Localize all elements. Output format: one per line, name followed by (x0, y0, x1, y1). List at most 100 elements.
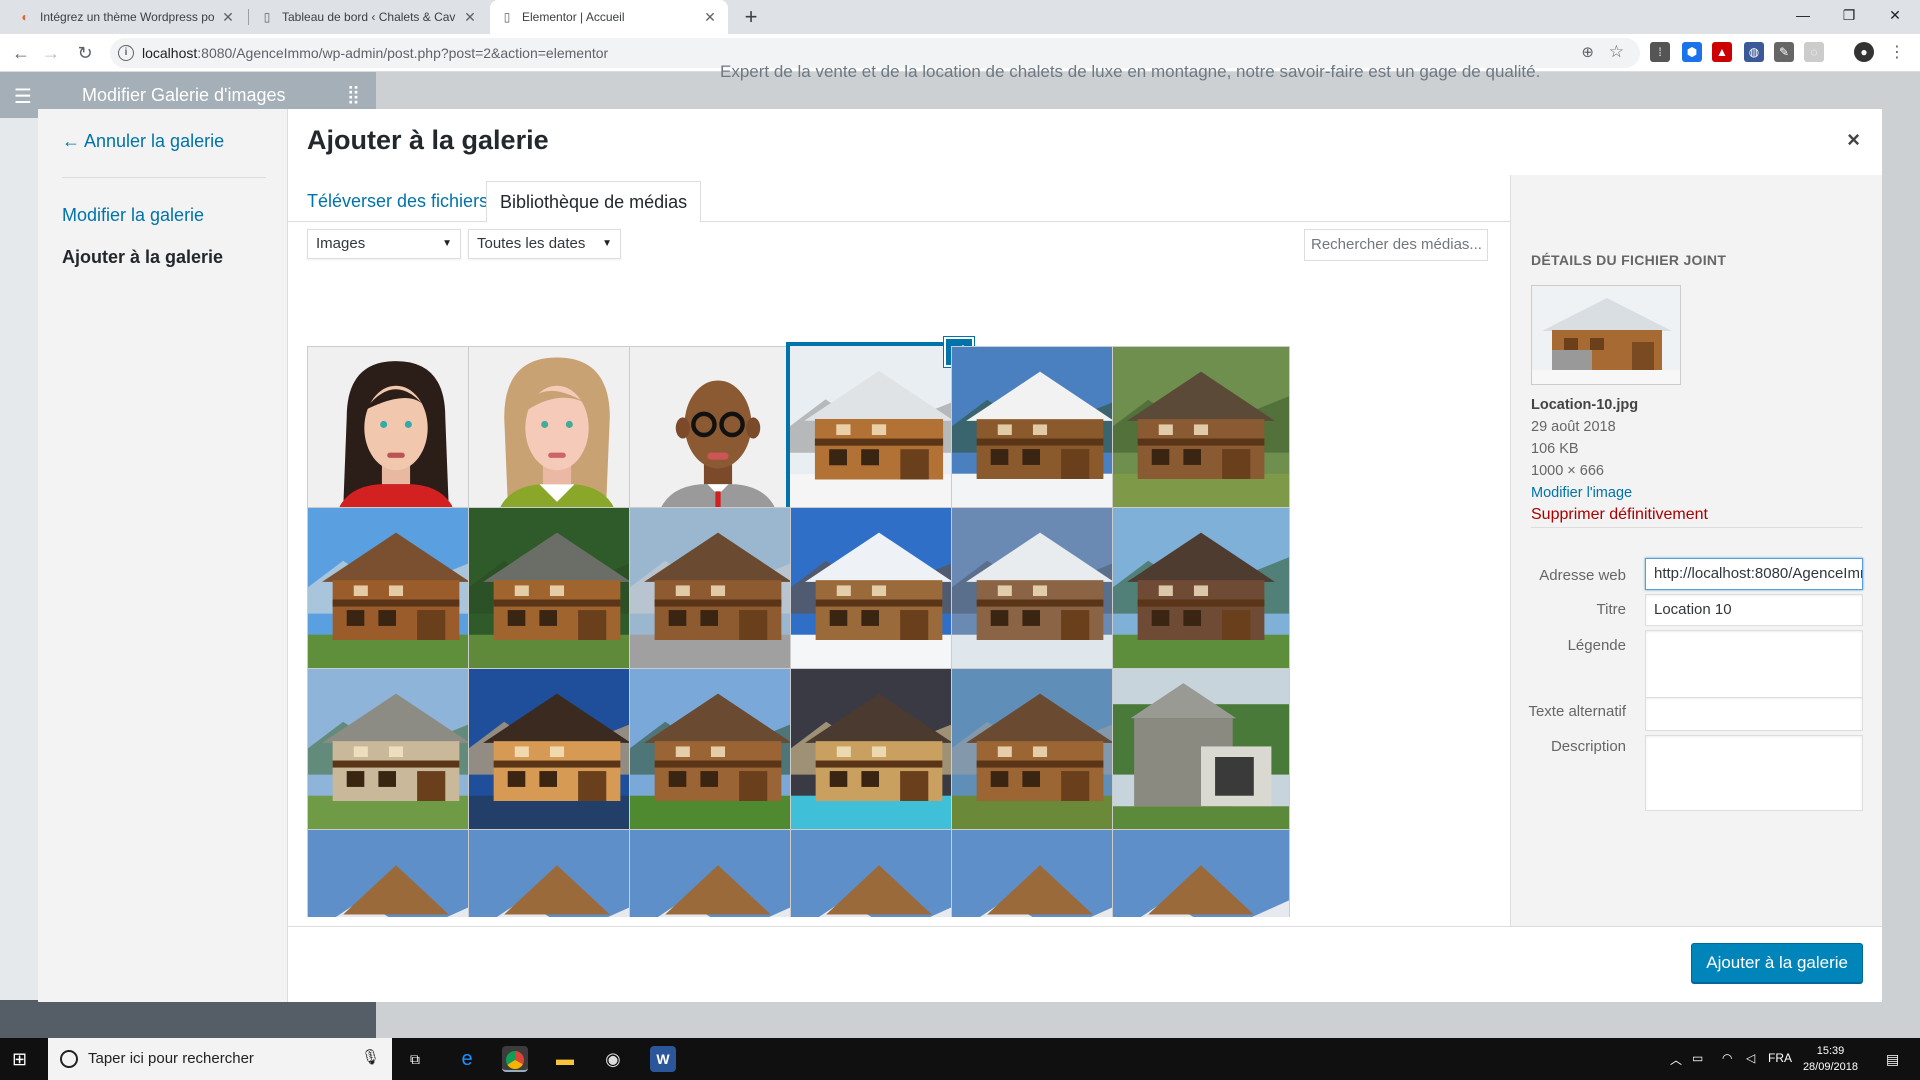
media-thumbnail-selected[interactable] (786, 342, 972, 528)
add-to-gallery-menu-item[interactable]: Ajouter à la galerie (62, 247, 223, 268)
search-media-input[interactable]: Rechercher des médias... (1304, 229, 1488, 261)
media-thumbnail[interactable] (468, 668, 646, 846)
zoom-icon[interactable]: ⊕ (1581, 43, 1594, 61)
media-thumbnail[interactable] (307, 668, 485, 846)
microphone-icon[interactable]: 🎙 (361, 1048, 380, 1066)
chalet-image (469, 669, 645, 845)
media-thumbnail[interactable] (1112, 668, 1290, 846)
volume-icon[interactable]: ◁ (1746, 1051, 1755, 1065)
tab-upload-files[interactable]: Téléverser des fichiers (294, 181, 501, 223)
delete-permanently-link[interactable]: Supprimer définitivement (1531, 504, 1708, 526)
extension-icon[interactable]: ◌ (1804, 42, 1824, 62)
elementor-panel-title: Modifier Galerie d'images (82, 85, 286, 105)
back-icon[interactable]: ← (8, 40, 34, 66)
media-thumbnail[interactable] (468, 829, 646, 917)
media-thumbnail[interactable] (629, 346, 807, 524)
modal-title: Ajouter à la galerie (307, 125, 549, 155)
date-filter-select[interactable]: Toutes les dates ▼ (468, 229, 621, 259)
wifi-icon[interactable]: ◠ (1722, 1051, 1732, 1065)
widgets-grid-icon[interactable]: ⣿ (347, 84, 360, 105)
extension-icon[interactable]: ⁞ (1650, 42, 1670, 62)
task-view-icon[interactable]: ⧉ (402, 1046, 428, 1072)
chalet-image (630, 508, 806, 684)
chalet-image (1113, 669, 1289, 845)
minimize-icon[interactable]: — (1780, 0, 1826, 30)
close-icon[interactable]: × (1847, 127, 1860, 153)
close-window-icon[interactable]: ✕ (1872, 0, 1918, 30)
extension-icon[interactable]: ⬢ (1682, 42, 1702, 62)
profile-avatar[interactable]: ● (1854, 42, 1874, 62)
media-thumbnail[interactable] (790, 668, 968, 846)
browser-tab-active[interactable]: ▯ Elementor | Accueil ✕ (490, 0, 728, 34)
date-filter-value: Toutes les dates (477, 235, 586, 252)
notifications-icon[interactable]: ▤ (1886, 1051, 1899, 1068)
media-thumbnail[interactable] (629, 507, 807, 685)
taskbar-clock[interactable]: 15:39 28/09/2018 (1803, 1043, 1858, 1075)
reload-icon[interactable]: ↻ (72, 40, 98, 66)
browser-tab[interactable]: ▯ Tableau de bord ‹ Chalets & Cav ✕ (250, 0, 488, 34)
media-thumbnail[interactable] (951, 346, 1129, 524)
windows-taskbar: ⊞ Taper ici pour rechercher 🎙 ⧉ e ▬ ◉ W … (0, 1038, 1920, 1080)
divider (62, 177, 266, 178)
elementor-footer (0, 1000, 376, 1038)
new-tab-button[interactable]: + (738, 4, 764, 30)
browser-tab[interactable]: ◐ Intégrez un thème Wordpress po ✕ (8, 0, 246, 34)
media-thumbnail[interactable] (951, 668, 1129, 846)
cancel-gallery-link[interactable]: ← Annuler la galerie (62, 131, 224, 152)
info-icon[interactable]: i (118, 45, 134, 61)
menu-dots-icon[interactable]: ⋮ (1884, 40, 1910, 66)
attachment-details-panel: DÉTAILS DU FICHIER JOINT Location-10.jpg… (1510, 175, 1882, 935)
description-field[interactable] (1645, 735, 1863, 811)
close-tab-icon[interactable]: ✕ (462, 9, 478, 26)
media-thumbnail[interactable] (790, 507, 968, 685)
title-field[interactable]: Location 10 (1645, 594, 1863, 626)
media-thumbnail[interactable] (1112, 346, 1290, 524)
word-icon[interactable]: W (650, 1046, 676, 1072)
forward-icon[interactable]: → (38, 40, 64, 66)
media-thumbnail[interactable] (951, 507, 1129, 685)
edit-image-link[interactable]: Modifier l'image (1531, 482, 1708, 504)
media-thumbnail[interactable] (1112, 829, 1290, 917)
media-thumbnail[interactable] (307, 507, 485, 685)
hamburger-icon[interactable]: ☰ (14, 84, 32, 109)
windows-start-icon[interactable]: ⊞ (12, 1049, 27, 1070)
media-thumbnail[interactable] (790, 829, 968, 917)
battery-icon[interactable]: ▭ (1692, 1051, 1703, 1065)
media-thumbnail[interactable] (307, 829, 485, 917)
tab-media-library[interactable]: Bibliothèque de médias (486, 181, 702, 223)
chalet-image (952, 347, 1128, 523)
media-thumbnail[interactable] (629, 829, 807, 917)
media-thumbnail[interactable] (951, 829, 1129, 917)
chalet-image (1113, 347, 1289, 523)
add-to-gallery-button[interactable]: Ajouter à la galerie (1691, 943, 1863, 983)
bookmark-star-icon[interactable]: ☆ (1609, 42, 1624, 62)
media-thumbnail[interactable] (468, 346, 646, 524)
edit-gallery-link[interactable]: Modifier la galerie (62, 205, 204, 226)
url-field[interactable]: http://localhost:8080/AgenceImmo/wp-cont… (1645, 558, 1863, 590)
file-explorer-icon[interactable]: ▬ (552, 1046, 578, 1072)
avatar-image (469, 347, 645, 523)
media-thumbnail[interactable] (629, 668, 807, 846)
pdf-extension-icon[interactable]: ▲ (1712, 42, 1732, 62)
media-type-select[interactable]: Images ▼ (307, 229, 461, 259)
media-thumbnail[interactable] (468, 507, 646, 685)
tray-chevron-icon[interactable]: ︿ (1670, 1051, 1682, 1068)
chalet-image (791, 508, 967, 684)
restore-icon[interactable]: ❐ (1826, 0, 1872, 30)
media-thumbnail[interactable] (1112, 507, 1290, 685)
language-indicator[interactable]: FRA (1768, 1051, 1792, 1065)
alt-text-field[interactable] (1645, 697, 1863, 731)
chrome-icon[interactable] (502, 1046, 528, 1072)
app-icon[interactable]: ◉ (600, 1046, 626, 1072)
caption-field[interactable] (1645, 630, 1863, 706)
edge-icon[interactable]: e (454, 1046, 480, 1072)
chevron-down-icon: ▼ (442, 238, 452, 249)
eyedropper-icon[interactable]: ✎ (1774, 42, 1794, 62)
extension-icon[interactable]: ◍ (1744, 42, 1764, 62)
caption-label: Légende (1567, 637, 1626, 654)
taskbar-search-box[interactable]: Taper ici pour rechercher 🎙 (48, 1038, 392, 1080)
close-tab-icon[interactable]: ✕ (702, 9, 718, 26)
media-thumbnail[interactable] (307, 346, 485, 524)
close-tab-icon[interactable]: ✕ (220, 9, 236, 26)
modal-footer: Ajouter à la galerie (288, 926, 1882, 1002)
